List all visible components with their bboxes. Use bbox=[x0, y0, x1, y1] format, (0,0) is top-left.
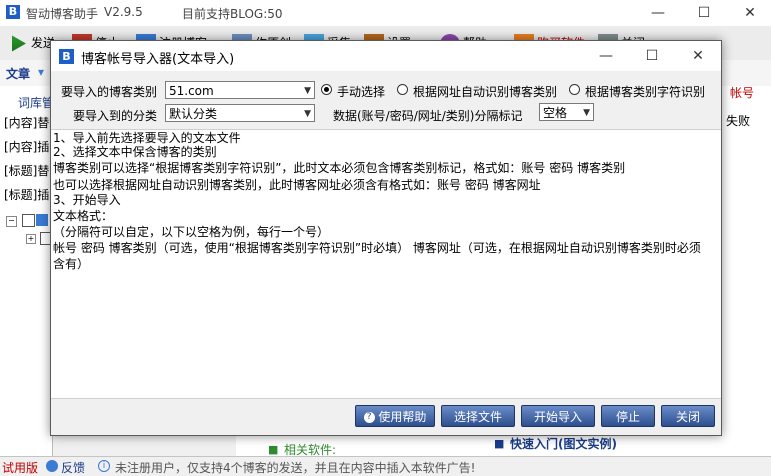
instruction-line: 帐号 密码 博客类别（可选，使用“根据博客类别字符识别”时必填） 博客网址（可选… bbox=[53, 241, 701, 255]
help-icon: ? bbox=[363, 412, 375, 423]
left-item-content-insert[interactable]: [内容]插 bbox=[4, 138, 49, 155]
dialog-minimize-button[interactable]: — bbox=[583, 43, 629, 69]
left-panel: 词库管 [内容]替 [内容]插 [标题]替 [标题]插 − + bbox=[0, 86, 54, 456]
help-button[interactable]: ? 使用帮助 bbox=[355, 405, 435, 427]
quick-start-link[interactable]: 快速入门(图文实例) bbox=[510, 435, 617, 452]
stop-button[interactable]: 停止 bbox=[601, 405, 655, 427]
chevron-down-icon: ▼ bbox=[304, 86, 311, 96]
tree-subexpand-icon[interactable]: + bbox=[26, 234, 36, 244]
tree-folder-icon bbox=[36, 214, 48, 226]
category-select[interactable]: 默认分类 ▼ bbox=[165, 104, 315, 122]
instruction-line: 也可以选择根据网址自动识别博客类别，此时博客网址必须含有格式如：账号 密码 博客… bbox=[53, 178, 541, 192]
dialog-close-button[interactable]: ✕ bbox=[675, 43, 721, 69]
main-close-button[interactable]: ✕ bbox=[727, 0, 771, 26]
separator-select[interactable]: 空格 ▼ bbox=[539, 103, 594, 121]
dialog-title-bar: B 博客帐号导入器(文本导入) — ☐ ✕ bbox=[51, 41, 721, 71]
radio-manual[interactable] bbox=[321, 84, 332, 95]
right-panel: 帐号 失败 bbox=[716, 86, 771, 456]
related-bullet-icon: ■ bbox=[268, 443, 279, 456]
close-button[interactable]: 关闭 bbox=[661, 405, 715, 427]
instruction-line: （分隔符可以自定，以下以空格为例，每行一个号） bbox=[53, 225, 330, 239]
tree-checkbox[interactable] bbox=[22, 214, 35, 227]
instructions-text[interactable]: 1、导入前先选择要导入的文本文件 2、选择文本中保含博客的类别 博客类别可以选择… bbox=[51, 129, 721, 399]
radio-char-label[interactable]: 根据博客类别字符识别 bbox=[585, 83, 705, 100]
register-notice: 未注册用户，仅支持4个博客的发送，并且在内容中插入本软件广告! bbox=[115, 461, 476, 475]
right-header-account: 帐号 bbox=[730, 86, 755, 100]
dialog-button-row: ? 使用帮助 选择文件 开始导入 停止 关闭 bbox=[51, 399, 721, 435]
chevron-down-icon: ▼ bbox=[583, 108, 590, 118]
radio-char[interactable] bbox=[569, 84, 580, 95]
toolbar-send-button[interactable]: 发送 bbox=[8, 32, 55, 54]
right-header-fail: 失败 bbox=[726, 114, 751, 128]
quick-bullet-icon: ■ bbox=[494, 437, 505, 450]
left-item-title-replace[interactable]: [标题]替 bbox=[4, 162, 49, 179]
main-title-bar: B 智动博客助手 V2.9.5 目前支持BLOG:50 — ☐ ✕ bbox=[0, 0, 771, 26]
blog-type-select[interactable]: 51.com ▼ bbox=[165, 81, 315, 99]
left-item-title-insert[interactable]: [标题]插 bbox=[4, 186, 49, 203]
instruction-line: 2、选择文本中保含博客的类别 bbox=[53, 145, 217, 159]
tree-expand-icon[interactable]: − bbox=[6, 216, 17, 227]
app-logo-icon: B bbox=[6, 5, 20, 19]
import-dialog: B 博客帐号导入器(文本导入) — ☐ ✕ 要导入的博客类别 51.com ▼ … bbox=[50, 40, 722, 436]
instruction-line: 含有） bbox=[53, 257, 90, 271]
left-item-content-replace[interactable]: [内容]替 bbox=[4, 114, 49, 131]
separator-label: 数据(账号/密码/网址/类别)分隔标记 bbox=[333, 109, 523, 123]
dialog-maximize-button[interactable]: ☐ bbox=[629, 43, 675, 69]
select-file-button[interactable]: 选择文件 bbox=[441, 405, 515, 427]
info-icon: i bbox=[98, 460, 110, 472]
dialog-title: 博客帐号导入器(文本导入) bbox=[81, 52, 235, 67]
instruction-line: 博客类别可以选择“根据博客类别字符识别”，此时文本必须包含博客类别标记，格式如：… bbox=[53, 161, 626, 175]
tab-arrow-icon: ▾ bbox=[38, 65, 45, 79]
related-area: ■ 相关软件: ■ 快速入门(图文实例) bbox=[236, 434, 716, 457]
edition-label: 试用版 bbox=[2, 461, 39, 475]
main-minimize-button[interactable]: — bbox=[635, 0, 681, 26]
lexicon-tab[interactable]: 词库管 bbox=[18, 94, 54, 111]
radio-manual-label[interactable]: 手动选择 bbox=[337, 83, 385, 100]
chevron-down-icon: ▼ bbox=[304, 109, 311, 119]
blog-type-label: 要导入的博客类别 bbox=[61, 85, 158, 99]
app-title: 智动博客助手 bbox=[26, 7, 99, 21]
tab-article[interactable]: 文章 bbox=[6, 65, 30, 82]
category-label: 要导入到的分类 bbox=[73, 109, 158, 123]
instruction-line: 3、开始导入 bbox=[53, 193, 121, 207]
start-import-button[interactable]: 开始导入 bbox=[521, 405, 595, 427]
support-count: 目前支持BLOG:50 bbox=[182, 7, 283, 21]
feedback-link[interactable]: 反馈 bbox=[61, 459, 85, 476]
radio-url-label[interactable]: 根据网址自动识别博客类别 bbox=[413, 83, 557, 100]
play-icon bbox=[12, 35, 26, 52]
main-maximize-button[interactable]: ☐ bbox=[681, 0, 727, 26]
dialog-logo-icon: B bbox=[59, 49, 74, 64]
instruction-line: 1、导入前先选择要导入的文本文件 bbox=[53, 131, 241, 145]
feedback-icon bbox=[46, 460, 58, 472]
status-bar: 试用版 反馈 i 未注册用户，仅支持4个博客的发送，并且在内容中插入本软件广告! bbox=[0, 456, 771, 476]
radio-url[interactable] bbox=[397, 84, 408, 95]
instruction-line: 文本格式： bbox=[53, 209, 114, 223]
app-version: V2.9.5 bbox=[104, 5, 143, 19]
